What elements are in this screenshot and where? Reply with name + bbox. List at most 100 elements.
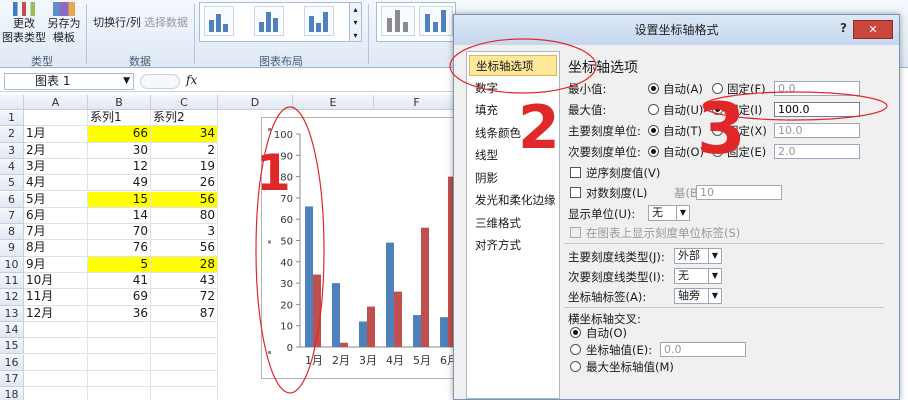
cross-max-radio[interactable] (570, 361, 581, 372)
name-box[interactable]: 图表 1 ▼ (4, 73, 134, 90)
cell-series1-value[interactable]: 76 (88, 240, 151, 257)
cell-series2-value[interactable]: 34 (151, 126, 218, 143)
cell-month[interactable]: 5月 (24, 191, 88, 208)
cell-series1-value[interactable]: 30 (88, 142, 151, 159)
select-all-corner[interactable] (0, 95, 24, 110)
nav-item-6[interactable]: 发光和柔化边缘 (469, 190, 557, 211)
chart-object[interactable]: 0 10 20 30 40 50 60 70 80 90 100 1月 2月 3月 4月 5月 6月 (261, 117, 462, 379)
column-header-f[interactable]: F (374, 95, 460, 110)
max-fixed-radio[interactable] (712, 104, 723, 115)
row-header-17[interactable]: 17 (0, 370, 24, 388)
column-header-e[interactable]: E (293, 95, 374, 110)
nav-item-7[interactable]: 三维格式 (469, 213, 557, 234)
row-header-6[interactable]: 6 (0, 191, 24, 208)
major-auto-radio[interactable] (648, 125, 659, 136)
change-chart-type-button[interactable]: 更改 图表类型 (2, 2, 46, 45)
nav-item-0[interactable]: 坐标轴选项 (469, 55, 557, 76)
cell-series1-value[interactable]: 15 (88, 191, 151, 208)
cell-series1-value[interactable]: 36 (88, 305, 151, 322)
max-value-field[interactable]: 100.0 (774, 102, 860, 117)
minor-auto-radio[interactable] (648, 146, 659, 157)
max-auto-radio[interactable] (648, 104, 659, 115)
cell-month[interactable]: 4月 (24, 175, 88, 192)
cell-month[interactable]: 7月 (24, 224, 88, 241)
minor-fixed-radio[interactable] (712, 146, 723, 157)
cell-series2-value[interactable]: 19 (151, 158, 218, 176)
empty-cell[interactable] (151, 370, 218, 388)
empty-cell[interactable] (151, 354, 218, 371)
cell-month[interactable]: 3月 (24, 158, 88, 176)
log-scale-checkbox[interactable] (570, 187, 581, 198)
cell-month[interactable]: 11月 (24, 289, 88, 306)
cell-month[interactable]: 9月 (24, 256, 88, 273)
cell-month[interactable]: 6月 (24, 207, 88, 225)
empty-cell[interactable] (24, 321, 88, 339)
nav-item-2[interactable]: 填充 (469, 100, 557, 121)
cell-series1-value[interactable]: 14 (88, 207, 151, 225)
cell-series2-value[interactable]: 26 (151, 175, 218, 192)
axis-labels-select[interactable]: 轴旁 ▼ (674, 288, 722, 304)
insert-function-button[interactable]: fx (186, 73, 197, 87)
cell-series2-value[interactable]: 2 (151, 142, 218, 159)
cell-month[interactable]: 1月 (24, 126, 88, 143)
row-header-2[interactable]: 2 (0, 126, 24, 143)
empty-cell[interactable] (88, 338, 151, 355)
cell-month[interactable]: 12月 (24, 305, 88, 322)
cell-series1-value[interactable]: 5 (88, 256, 151, 273)
style-thumb-2[interactable] (419, 6, 453, 36)
empty-cell[interactable] (24, 338, 88, 355)
nav-item-4[interactable]: 线型 (469, 145, 557, 166)
close-button[interactable]: ✕ (853, 20, 893, 39)
cell-b1[interactable]: 系列1 (88, 110, 151, 127)
cell-series2-value[interactable]: 80 (151, 207, 218, 225)
display-units-select[interactable]: 无 ▼ (648, 205, 690, 221)
chevron-down-icon[interactable]: ▼ (123, 74, 130, 89)
cell-series1-value[interactable]: 66 (88, 126, 151, 143)
gallery-scroll[interactable]: ▴ ▾ ▾ (349, 2, 362, 42)
cell-series1-value[interactable]: 41 (88, 273, 151, 290)
reverse-order-checkbox[interactable] (570, 167, 581, 178)
cross-auto-radio[interactable] (570, 327, 581, 338)
layout-thumb-2[interactable] (254, 6, 284, 36)
log-base-field[interactable]: 10 (696, 185, 782, 200)
major-value-field[interactable]: 10.0 (774, 123, 860, 138)
row-header-3[interactable]: 3 (0, 142, 24, 159)
nav-item-5[interactable]: 阴影 (469, 168, 557, 189)
nav-item-3[interactable]: 线条颜色 (469, 123, 557, 144)
cell-a1[interactable] (24, 110, 88, 127)
cell-series1-value[interactable]: 69 (88, 289, 151, 306)
minor-value-field[interactable]: 2.0 (774, 144, 860, 159)
row-header-4[interactable]: 4 (0, 158, 24, 176)
min-auto-radio[interactable] (648, 83, 659, 94)
style-thumb-1[interactable] (381, 6, 415, 36)
empty-cell[interactable] (151, 338, 218, 355)
cell-series2-value[interactable]: 28 (151, 256, 218, 273)
row-header-8[interactable]: 8 (0, 224, 24, 241)
empty-cell[interactable] (151, 321, 218, 339)
empty-cell[interactable] (88, 370, 151, 388)
row-header-7[interactable]: 7 (0, 207, 24, 225)
nav-item-1[interactable]: 数字 (469, 78, 557, 99)
cell-series2-value[interactable]: 87 (151, 305, 218, 322)
column-header-b[interactable]: B (88, 95, 151, 110)
major-tick-type-select[interactable]: 外部 ▼ (674, 248, 722, 264)
cell-series1-value[interactable]: 70 (88, 224, 151, 241)
column-header-a[interactable]: A (24, 95, 88, 110)
cell-series1-value[interactable]: 12 (88, 158, 151, 176)
row-header-12[interactable]: 12 (0, 289, 24, 306)
min-value-field[interactable]: 0.0 (774, 81, 860, 96)
empty-cell[interactable] (88, 387, 151, 400)
empty-cell[interactable] (151, 387, 218, 400)
column-header-c[interactable]: C (151, 95, 218, 110)
switch-row-column-button[interactable]: 切换行/列 (91, 16, 143, 30)
cell-series2-value[interactable]: 43 (151, 273, 218, 290)
cell-series2-value[interactable]: 56 (151, 191, 218, 208)
row-header-1[interactable]: 1 (0, 110, 24, 127)
empty-cell[interactable] (88, 321, 151, 339)
layout-thumb-3[interactable] (304, 6, 334, 36)
row-header-18[interactable]: 18 (0, 387, 24, 400)
cell-c1[interactable]: 系列2 (151, 110, 218, 127)
row-header-5[interactable]: 5 (0, 175, 24, 192)
row-header-9[interactable]: 9 (0, 240, 24, 257)
cell-month[interactable]: 2月 (24, 142, 88, 159)
